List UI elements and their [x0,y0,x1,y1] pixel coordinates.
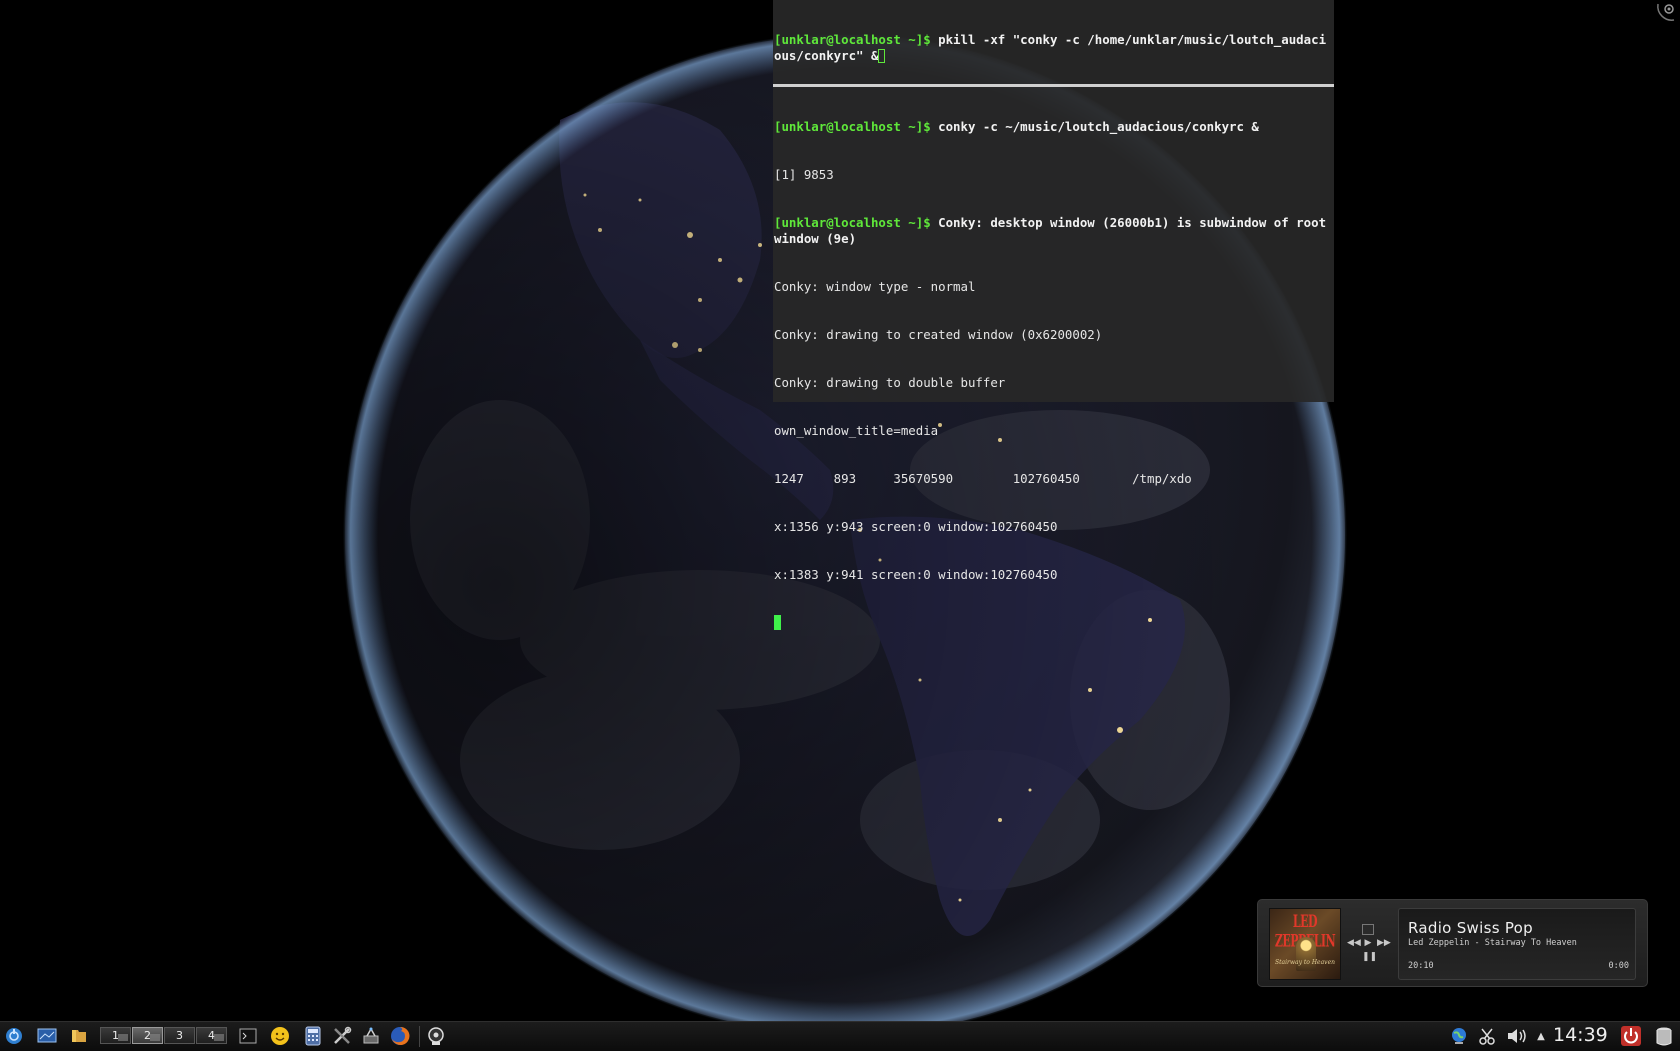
terminal-prompt: [unklar@localhost ~]$ [774,119,931,134]
terminal-line: [unklar@localhost ~]$ Conky: desktop win… [774,215,1333,247]
pause-button[interactable]: ❚❚ [1362,952,1377,962]
virtual-desktop-pager: 1 2 3 4 [100,1027,228,1045]
terminal-output-line: x:1383 y:941 screen:0 window:102760450 [774,567,1058,582]
terminal-icon[interactable] [238,1026,258,1046]
next-button[interactable]: ▶▶ [1377,938,1391,948]
desktop-2-button[interactable]: 2 [132,1027,163,1044]
file-manager-icon[interactable] [69,1026,89,1046]
terminal-pane-bottom[interactable]: [unklar@localhost ~]$ conky -c ~/music/l… [773,87,1334,630]
smiley-icon[interactable] [270,1026,290,1046]
terminal-output-line: 1247 893 35670590 102760450 /tmp/xdo [774,471,1192,486]
terminal-output-line: Conky: drawing to created window (0x6200… [774,327,1103,342]
window-thumbnail [150,1034,160,1041]
firefox-icon[interactable] [390,1026,410,1046]
remaining-time: 0:00 [1608,961,1629,971]
taskbar: 1 2 3 4 ▲ 14:39 [0,1021,1680,1051]
clock[interactable]: 14:39 [1553,1024,1608,1046]
terminal-output-line: Conky: window type - normal [774,279,976,294]
media-player-icon[interactable] [426,1026,446,1046]
terminal-cursor [878,49,886,63]
system-settings-icon[interactable] [332,1026,352,1046]
terminal-line: [unklar@localhost ~]$ conky -c ~/music/l… [774,119,1333,135]
stop-button[interactable] [1362,924,1374,935]
terminal-input-line [774,615,1333,631]
volume-icon[interactable] [1505,1027,1529,1045]
album-subtitle: Stairway to Heaven [1275,959,1335,966]
media-player-widget: LED ZEPPELIN Stairway to Heaven ◀◀ ▶ ▶▶ … [1257,899,1648,987]
terminal-output-line: [1] 9853 [774,167,834,182]
show-desktop-icon[interactable] [37,1026,57,1046]
terminal-output-line: x:1356 y:943 screen:0 window:102760450 [774,519,1058,534]
track-title: Led Zeppelin - Stairway To Heaven [1408,938,1577,948]
kickoff-icon[interactable] [4,1026,24,1046]
calculator-icon[interactable] [303,1026,323,1046]
expand-arrow-icon[interactable]: ▲ [1535,1027,1547,1045]
elapsed-time: 20:10 [1408,961,1434,971]
previous-button[interactable]: ◀◀ [1347,938,1361,948]
station-name: Radio Swiss Pop [1408,919,1533,937]
terminal-command: conky -c ~/music/loutch_audacious/conkyr… [930,119,1259,134]
network-tool-icon[interactable] [361,1026,381,1046]
window-thumbnail [118,1034,128,1041]
terminal-pane-top[interactable]: [unklar@localhost ~]$ pkill -xf "conky -… [773,0,1334,84]
play-button[interactable]: ▶ [1362,938,1374,948]
terminal-cursor [774,615,781,630]
desktop-4-button[interactable]: 4 [196,1027,227,1044]
desktop-3-button[interactable]: 3 [164,1027,195,1044]
desktop-toolbox-icon[interactable] [1654,2,1676,24]
desktop-3-label: 3 [176,1029,183,1042]
terminal-output-line: Conky: drawing to double buffer [774,375,1006,390]
terminal-prompt: [unklar@localhost ~]$ [774,215,931,230]
now-playing-panel: Radio Swiss Pop Led Zeppelin - Stairway … [1398,908,1636,980]
network-globe-icon[interactable] [1449,1027,1469,1045]
power-icon[interactable] [1620,1026,1642,1046]
terminal-output-line: own_window_title=media [774,423,939,438]
terminal-line: [unklar@localhost ~]$ pkill -xf "conky -… [774,32,1333,64]
terminal-prompt: [unklar@localhost ~]$ [774,32,931,47]
desktop-1-button[interactable]: 1 [100,1027,131,1044]
klipper-scissors-icon[interactable] [1477,1027,1497,1045]
album-cover: LED ZEPPELIN Stairway to Heaven [1269,908,1341,980]
trash-icon[interactable] [1654,1027,1674,1046]
window-thumbnail [214,1034,224,1041]
taskbar-separator [419,1026,420,1047]
